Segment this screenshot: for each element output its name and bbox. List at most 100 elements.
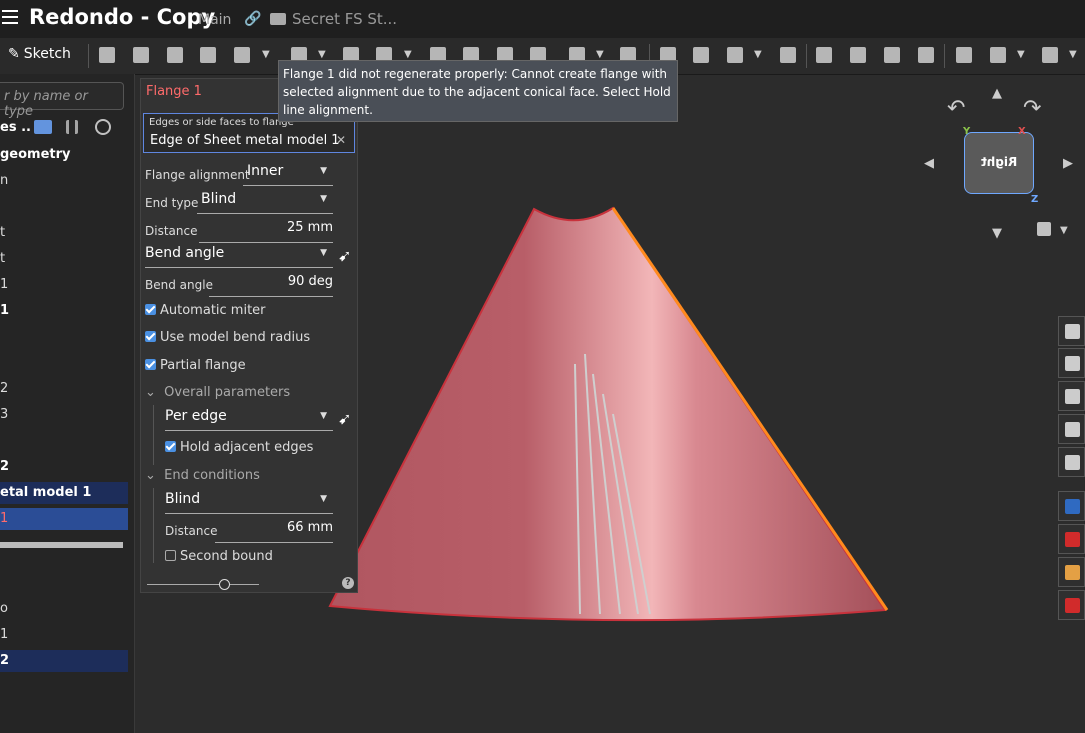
delete-part-icon[interactable] [780, 47, 796, 63]
rotate-left-arrow-icon[interactable]: ↶ [947, 96, 965, 121]
loft-icon[interactable] [200, 47, 216, 63]
feature-list-item[interactable]: 3 [0, 404, 128, 426]
top-bar: Redondo - Copy Main 🔗 Secret FS St... [0, 0, 1085, 38]
chevron-down-icon[interactable]: ▼ [1017, 49, 1025, 60]
bend-mode-select[interactable]: Bend angle ▼ [145, 245, 333, 268]
end-conditions-section[interactable]: ⌄ End conditions [145, 468, 260, 483]
plane-icon[interactable] [956, 47, 972, 63]
mate-connector-icon[interactable] [990, 47, 1006, 63]
close-icon[interactable]: ✕ [336, 133, 346, 147]
appearance-tool[interactable] [1058, 316, 1085, 346]
end-distance-input[interactable]: 66 mm [215, 520, 333, 543]
feature-list-item[interactable]: etal model 1 [0, 482, 128, 504]
curve-icon[interactable] [1042, 47, 1058, 63]
per-edge-select[interactable]: Per edge ▼ [165, 408, 333, 431]
hold-adjacent-edges-checkbox[interactable]: Hold adjacent edges [165, 440, 313, 455]
chevron-down-icon[interactable]: ▼ [754, 49, 762, 60]
feature-list-item[interactable] [0, 326, 128, 348]
chevron-down-icon[interactable]: ▼ [596, 49, 604, 60]
feature-list-item[interactable] [0, 430, 128, 452]
feature-list-item[interactable]: 1 [0, 300, 128, 322]
feature-list-item[interactable]: t [0, 222, 128, 244]
app-tool-3[interactable] [1058, 557, 1085, 587]
bend-angle-input[interactable]: 90 deg [209, 274, 333, 297]
view-cube-face: Right [981, 155, 1018, 169]
chevron-down-icon[interactable]: ▼ [404, 49, 412, 60]
feature-list-panel: r by name or type es ... geometry n tt 1 1 2… [0, 74, 135, 733]
thicken-icon[interactable] [234, 47, 250, 63]
variables-tool[interactable] [1058, 447, 1085, 477]
folder-icon [270, 13, 286, 25]
end-distance-label: Distance [165, 524, 218, 538]
folder-name[interactable]: Secret FS St... [292, 10, 397, 28]
flip-direction-icon[interactable]: ➹ [338, 409, 351, 428]
overall-parameters-section[interactable]: ⌄ Overall parameters [145, 385, 290, 400]
toolbar-divider [88, 44, 89, 68]
chevron-down-icon[interactable]: ▼ [262, 49, 270, 60]
pause-icon[interactable] [66, 120, 78, 134]
nav-down-icon[interactable]: ▼ [992, 226, 1002, 241]
toolbox-icon [1065, 532, 1080, 547]
menu-icon[interactable] [2, 10, 18, 24]
delete-face-icon[interactable] [850, 47, 866, 63]
branch-label[interactable]: Main [198, 12, 231, 28]
error-tooltip: Flange 1 did not regenerate properly: Ca… [278, 60, 678, 122]
feature-list-item[interactable]: t [0, 248, 128, 270]
parts-tool[interactable] [1058, 348, 1085, 378]
flip-direction-icon[interactable]: ➹ [338, 246, 351, 265]
feature-filter-input[interactable]: r by name or type [0, 82, 124, 119]
move-face-icon[interactable] [884, 47, 900, 63]
chevron-down-icon[interactable]: ▼ [318, 49, 326, 60]
mass-properties-tool[interactable] [1058, 381, 1085, 411]
feature-list-item[interactable]: 1 [0, 274, 128, 296]
replace-face-icon[interactable] [918, 47, 934, 63]
feature-list-item[interactable]: n [0, 170, 128, 192]
feature-list-item[interactable]: 2 [0, 456, 128, 478]
revolve-icon[interactable] [133, 47, 149, 63]
view-cube[interactable]: Right [964, 132, 1034, 194]
configurations-tool[interactable] [1058, 414, 1085, 444]
help-icon[interactable]: ? [342, 577, 354, 589]
app-tool-4[interactable] [1058, 590, 1085, 620]
timer-icon[interactable] [95, 119, 111, 135]
part-list-item[interactable]: o [0, 598, 128, 620]
feature-list-item[interactable]: 2 [0, 378, 128, 400]
nav-right-icon[interactable]: ▶ [1063, 156, 1073, 171]
feature-list-item[interactable] [0, 352, 128, 374]
app-tool-2[interactable] [1058, 524, 1085, 554]
feature-list-item[interactable]: 1 [0, 508, 128, 530]
nav-left-icon[interactable]: ◀ [924, 156, 934, 171]
rotate-right-arrow-icon[interactable]: ↷ [1023, 96, 1041, 121]
feature-list-item[interactable]: geometry [0, 144, 128, 166]
preview-slider-track[interactable] [147, 584, 259, 585]
nav-up-icon[interactable]: ▲ [992, 86, 1002, 101]
extrude-icon[interactable] [99, 47, 115, 63]
split-icon[interactable] [693, 47, 709, 63]
variable-icon [1065, 455, 1080, 470]
end-condition-select[interactable]: Blind ▼ [165, 491, 333, 514]
rollback-bar[interactable] [0, 542, 123, 548]
automatic-miter-checkbox[interactable]: Automatic miter [145, 303, 266, 318]
feature-list-item[interactable] [0, 196, 128, 218]
link-icon[interactable]: 🔗 [244, 11, 261, 27]
use-model-bend-radius-checkbox[interactable]: Use model bend radius [145, 330, 310, 345]
sweep-icon[interactable] [167, 47, 183, 63]
modify-fillet-icon[interactable] [816, 47, 832, 63]
chevron-down-icon[interactable]: ▼ [1060, 225, 1068, 236]
distance-input[interactable]: 25 mm [199, 220, 333, 243]
document-title[interactable]: Redondo - Copy [29, 5, 215, 29]
add-folder-icon[interactable] [34, 120, 52, 134]
chevron-down-icon[interactable]: ▼ [1069, 49, 1077, 60]
sketch-button[interactable]: ✎ Sketch [8, 46, 71, 62]
part-list-item[interactable]: 1 [0, 624, 128, 646]
end-type-select[interactable]: Blind ▼ [197, 191, 333, 214]
flange-alignment-select[interactable]: Inner ▼ [243, 163, 333, 186]
display-mode-icon[interactable] [1037, 222, 1051, 236]
partial-flange-checkbox[interactable]: Partial flange [145, 358, 246, 373]
query-value[interactable]: Edge of Sheet metal model 1 [150, 133, 340, 148]
preview-slider-knob[interactable] [219, 579, 230, 590]
transform-icon[interactable] [727, 47, 743, 63]
second-bound-checkbox[interactable]: Second bound [165, 549, 273, 564]
app-tool-1[interactable] [1058, 491, 1085, 521]
part-list-item[interactable]: 2 [0, 650, 128, 672]
